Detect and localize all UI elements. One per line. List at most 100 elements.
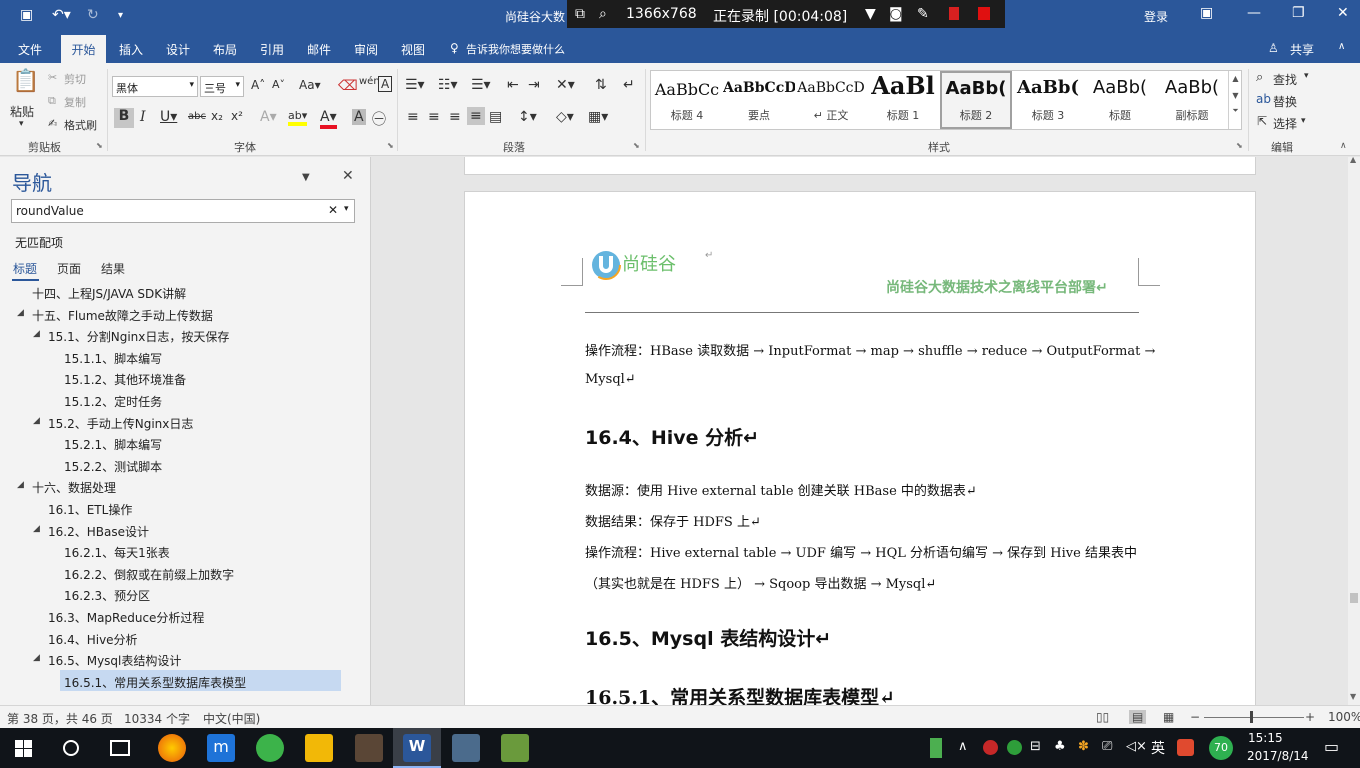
style-title[interactable]: AaBb( 标题 (1084, 71, 1156, 129)
tab-layout[interactable]: 布局 (213, 41, 237, 58)
close-icon[interactable]: ✕ (342, 168, 354, 184)
tab-mailings[interactable]: 邮件 (307, 41, 331, 58)
style-normal[interactable]: AaBbCcD ↵ 正文 (795, 71, 867, 129)
search-icon[interactable]: ⌕ (1256, 70, 1263, 85)
enclose-char-icon[interactable]: ㊀ (372, 109, 386, 129)
redo-icon[interactable]: ↻ (87, 7, 99, 23)
highlight-icon[interactable]: ab▾ (288, 109, 308, 126)
borders-icon[interactable]: ▦▾ (588, 109, 608, 125)
tab-view[interactable]: 视图 (401, 41, 425, 58)
paragraph-flow-2[interactable]: 操作流程：Hive external table → UDF 编写 → HQL … (585, 542, 1137, 561)
sogou-icon[interactable] (1177, 739, 1194, 756)
char-shading-icon[interactable]: A (352, 109, 366, 125)
chevron-down-icon[interactable]: ▾ (344, 204, 349, 214)
chevron-down-icon[interactable]: ▾ (1301, 116, 1306, 126)
camera-icon[interactable]: ◙ (889, 6, 903, 22)
security-badge[interactable]: 70 (1209, 736, 1233, 760)
bold-icon[interactable]: B (114, 108, 134, 128)
style-heading-2[interactable]: AaBb( 标题 2 (940, 71, 1012, 129)
expand-toggle-icon[interactable]: ◢ (33, 524, 40, 534)
find-button[interactable]: 查找 (1273, 71, 1297, 88)
scroll-up-icon[interactable]: ▲ (1229, 74, 1242, 83)
cursor-icon[interactable]: ⇱ (1257, 114, 1267, 128)
image-viewer-icon[interactable] (452, 734, 480, 762)
task-view-icon[interactable] (110, 740, 130, 756)
tray-pineapple-icon[interactable]: ✽ (1078, 739, 1089, 754)
nav-heading-item[interactable]: 15.2.1、脚本编写 (64, 436, 162, 456)
paste-dropdown-icon[interactable]: ▾ (19, 119, 24, 129)
align-center-icon[interactable]: ≡ (428, 109, 440, 125)
tray-app-icon[interactable] (983, 740, 998, 755)
chevron-down-icon[interactable]: ▾ (1304, 71, 1309, 81)
web-layout-icon[interactable]: ▦ (1163, 710, 1174, 724)
tab-results[interactable]: 结果 (101, 260, 125, 277)
expand-toggle-icon[interactable]: ◢ (17, 308, 24, 318)
change-case-icon[interactable]: Aa▾ (299, 78, 321, 92)
customize-qat-icon[interactable]: ▾ (118, 10, 123, 21)
battery-icon[interactable] (930, 738, 942, 758)
superscript-icon[interactable]: x² (231, 109, 243, 123)
grow-font-icon[interactable]: A˄ (251, 78, 265, 92)
pause-icon[interactable] (949, 7, 959, 20)
ime-indicator[interactable]: 英 (1151, 738, 1165, 758)
collapse-ribbon-icon[interactable]: ∧ (1338, 41, 1345, 52)
magnifier-icon[interactable]: ⌕ (599, 6, 607, 22)
style-heading-3[interactable]: AaBb( 标题 3 (1012, 71, 1084, 129)
windows-start-icon[interactable] (15, 740, 32, 757)
multilevel-list-icon[interactable]: ☰▾ (471, 77, 491, 93)
clipboard-launcher-icon[interactable]: ⬊ (96, 141, 103, 150)
word-count[interactable]: 10334 个字 (124, 710, 190, 727)
tab-home[interactable]: 开始 (61, 35, 106, 63)
clear-search-icon[interactable]: ✕ (328, 203, 338, 217)
style-subtitle[interactable]: AaBb( 副标题 (1156, 71, 1228, 129)
clear-format-icon[interactable]: ⌫ (338, 78, 358, 94)
login-link[interactable]: 登录 (1144, 8, 1168, 25)
style-heading-1[interactable]: AaBl 标题 1 (867, 71, 939, 129)
share-button[interactable]: 共享 (1290, 41, 1314, 58)
dropdown-icon[interactable]: ▼ (865, 6, 876, 22)
cut-icon[interactable]: ✂ (48, 71, 57, 84)
nav-heading-item[interactable]: 16.3、MapReduce分析过程 (48, 609, 204, 629)
tab-file[interactable]: 文件 (18, 41, 42, 58)
copy-icon[interactable]: ⧉ (48, 94, 56, 108)
wifi-icon[interactable]: ⎚ (1102, 739, 1112, 754)
tell-me-box[interactable]: 告诉我你想要做什么 (466, 41, 565, 57)
network-icon[interactable]: ⊟ (1030, 739, 1041, 754)
scroll-up-icon[interactable]: ▲ (1350, 155, 1356, 164)
tab-design[interactable]: 设计 (166, 41, 190, 58)
paragraph-data-result[interactable]: 数据结果：保存于 HDFS 上↵ (585, 511, 761, 530)
subscript-icon[interactable]: x₂ (211, 109, 223, 123)
clock-date[interactable]: 2017/8/14 (1247, 749, 1309, 763)
restore-icon[interactable]: ❐ (1292, 5, 1305, 21)
select-button[interactable]: 选择 (1273, 115, 1297, 132)
heading-hive-analysis[interactable]: 16.4、Hive 分析↵ (585, 423, 759, 450)
paragraph-flow-2-cont[interactable]: （其实也就是在 HDFS 上） → Sqoop 导出数据 → Mysql↵ (585, 573, 936, 592)
align-right-icon[interactable]: ≡ (449, 109, 461, 125)
nav-heading-item[interactable]: 16.5.1、常用关系型数据库表模型 (64, 674, 246, 694)
paragraph-launcher-icon[interactable]: ⬊ (633, 141, 640, 150)
cortana-icon[interactable] (63, 740, 79, 756)
firefox-icon[interactable] (158, 734, 186, 762)
bullets-icon[interactable]: ☰▾ (405, 77, 425, 93)
undo-icon[interactable]: ↶▾ (52, 7, 71, 23)
close-icon[interactable]: ✕ (1337, 5, 1349, 21)
styles-launcher-icon[interactable]: ⬊ (1236, 141, 1243, 150)
nav-heading-item[interactable]: 16.2.1、每天1张表 (64, 544, 170, 564)
nav-heading-item[interactable]: 15.1.1、脚本编写 (64, 350, 162, 370)
paragraph-data-source[interactable]: 数据源：使用 Hive external table 创建关联 HBase 中的… (585, 480, 977, 499)
format-painter-icon[interactable]: ✍ (48, 117, 57, 130)
paragraph-flow-1-cont[interactable]: Mysql↵ (585, 372, 636, 387)
strikethrough-icon[interactable]: abc (188, 111, 206, 122)
distributed-icon[interactable]: ▤ (489, 109, 502, 125)
sublime-icon[interactable] (355, 734, 383, 762)
tab-headings[interactable]: 标题 (13, 260, 37, 277)
expand-gallery-icon[interactable]: ⏷ (1229, 106, 1242, 116)
region-icon[interactable]: ⧉ (575, 6, 585, 22)
zoom-slider-track[interactable] (1204, 717, 1304, 718)
notification-icon[interactable]: ▭ (1324, 737, 1339, 756)
shading-icon[interactable]: ◇▾ (556, 109, 574, 125)
search-input[interactable]: roundValue ✕ ▾ (11, 199, 355, 223)
paste-icon[interactable]: 📋 (12, 69, 39, 94)
scroll-thumb[interactable] (1350, 593, 1358, 603)
tab-pages[interactable]: 页面 (57, 260, 81, 277)
